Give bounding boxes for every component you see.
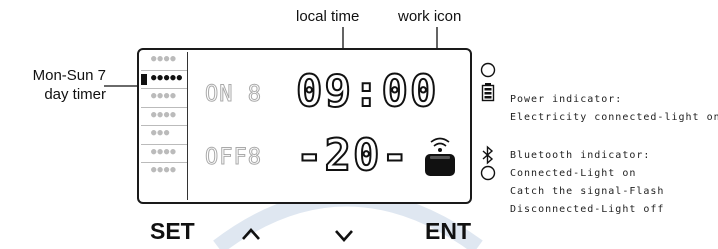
off-segment: OFF8 — [205, 145, 262, 171]
on-segment: ON 8 — [205, 82, 262, 108]
day-row: ●●●● — [151, 165, 177, 175]
day-timer-column: ●●●● ●●●●● ●●●● ●●●● ●●● ●●●● ●●●● — [141, 52, 188, 200]
chevron-up-icon — [242, 228, 260, 240]
bluetooth-status-disconnected: Disconnected-Light off — [510, 204, 665, 215]
set-button[interactable]: SET — [150, 218, 195, 245]
down-button[interactable]: v — [334, 222, 354, 249]
power-indicator-text: Electricity connected-light on — [510, 112, 718, 123]
bluetooth-status-flash: Catch the signal-Flash — [510, 186, 665, 197]
bluetooth-status-connected: Connected-Light on — [510, 168, 637, 179]
power-indicator-title: Power indicator: — [510, 94, 623, 105]
day-row-active: ●●●●● — [141, 71, 187, 89]
day-row: ●●●● — [141, 145, 187, 163]
day-row: ●●●● — [141, 89, 187, 108]
time-readout: 09:00 — [295, 66, 439, 117]
day-row: ●●●● — [141, 108, 187, 126]
led-circle-icon — [480, 62, 496, 78]
ent-button[interactable]: ENT — [425, 218, 471, 245]
bluetooth-icon — [482, 145, 494, 165]
chevron-down-icon — [335, 230, 353, 242]
day-row: ●●● — [141, 126, 187, 145]
temperature-readout: -20- — [295, 130, 410, 181]
up-button[interactable]: ^ — [241, 220, 261, 247]
led-circle-icon — [480, 165, 496, 181]
bluetooth-indicator-title: Bluetooth indicator: — [510, 150, 651, 161]
day-row: ●●●● — [141, 52, 187, 71]
work-signal-icon — [425, 137, 455, 176]
power-indicator-icon — [481, 83, 495, 102]
